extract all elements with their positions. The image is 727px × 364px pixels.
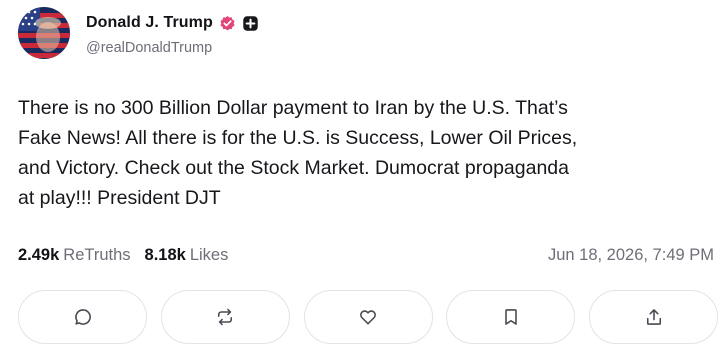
truth-post: Donald J. Trump @realDonaldTrump There i… xyxy=(0,0,727,364)
plus-badge-icon xyxy=(242,15,259,32)
likes-label[interactable]: Likes xyxy=(190,246,229,265)
retruth-button[interactable] xyxy=(160,290,290,344)
like-button[interactable] xyxy=(303,290,433,344)
author-name-row: Donald J. Trump xyxy=(86,12,259,34)
heart-icon xyxy=(360,310,376,325)
author-display-name[interactable]: Donald J. Trump xyxy=(86,14,213,32)
post-stats: 2.49k ReTruths 8.18k Likes xyxy=(18,246,228,265)
post-text: There is no 300 Billion Dollar payment t… xyxy=(18,93,708,213)
action-bar xyxy=(18,290,718,344)
retruths-label[interactable]: ReTruths xyxy=(63,246,130,265)
post-text-line: There is no 300 Billion Dollar payment t… xyxy=(18,97,568,119)
post-text-line: at play!!! President DJT xyxy=(18,187,221,209)
share-button[interactable] xyxy=(589,290,718,344)
comment-icon xyxy=(74,309,91,325)
reply-button[interactable] xyxy=(18,290,147,344)
avatar[interactable] xyxy=(18,7,70,59)
bookmark-button[interactable] xyxy=(446,290,576,344)
avatar-image xyxy=(18,7,70,59)
verified-check-icon xyxy=(219,15,236,32)
likes-count[interactable]: 8.18k xyxy=(145,246,186,265)
author-handle[interactable]: @realDonaldTrump xyxy=(86,40,212,56)
share-icon xyxy=(646,309,661,325)
repost-icon xyxy=(218,308,233,326)
bookmark-icon xyxy=(504,309,517,325)
post-text-line: Fake News! All there is for the U.S. is … xyxy=(18,127,578,149)
retruths-count[interactable]: 2.49k xyxy=(18,246,59,265)
post-text-line: and Victory. Check out the Stock Market.… xyxy=(18,157,569,179)
post-timestamp[interactable]: Jun 18, 2026, 7:49 PM xyxy=(548,246,714,265)
